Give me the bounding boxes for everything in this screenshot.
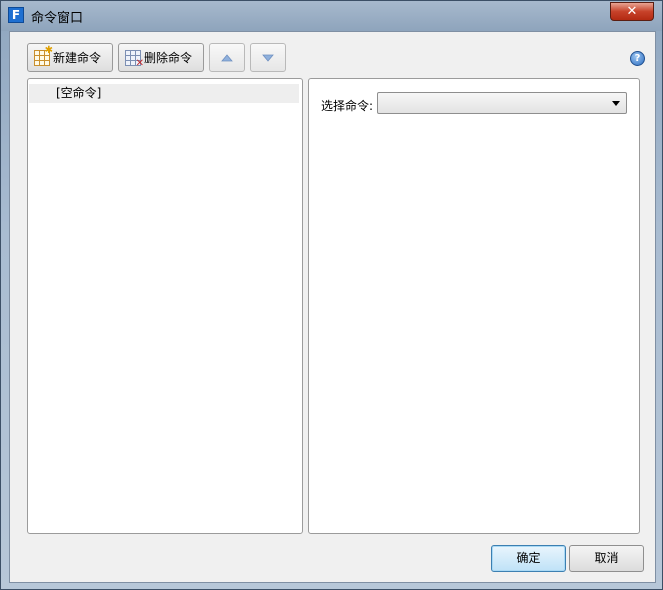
triangle-down-icon (262, 54, 274, 62)
title-bar[interactable]: F 命令窗口 ✕ (1, 1, 662, 31)
delete-command-label: 删除命令 (144, 51, 193, 65)
command-detail-panel: 选择命令: (308, 78, 640, 534)
command-list-panel[interactable]: [空命令] (27, 78, 303, 534)
dialog-client-area: ✱ 新建命令 ✕ 删除命令 ? [空命令] 选择命令: 确定 取消 (9, 31, 656, 583)
move-up-button[interactable] (209, 43, 245, 72)
delete-command-icon: ✕ (125, 49, 144, 68)
window-title: 命令窗口 (31, 11, 84, 26)
new-command-label: 新建命令 (53, 51, 102, 65)
triangle-up-icon (221, 53, 233, 61)
command-window: F 命令窗口 ✕ ✱ 新建命令 ✕ 删除命令 ? [空命令] 选择命令: 确定 … (0, 0, 663, 590)
app-logo-icon: F (8, 7, 24, 23)
select-command-label: 选择命令: (321, 99, 374, 113)
ok-button[interactable]: 确定 (491, 545, 566, 572)
close-button[interactable]: ✕ (610, 2, 654, 21)
cancel-button[interactable]: 取消 (569, 545, 644, 572)
help-icon[interactable]: ? (630, 51, 645, 66)
select-command-dropdown[interactable] (377, 92, 627, 114)
delete-command-button[interactable]: ✕ 删除命令 (118, 43, 204, 72)
new-command-icon: ✱ (34, 45, 53, 66)
chevron-down-icon (612, 101, 620, 106)
move-down-button[interactable] (250, 43, 286, 72)
new-command-button[interactable]: ✱ 新建命令 (27, 43, 113, 72)
list-item[interactable]: [空命令] (29, 84, 299, 103)
